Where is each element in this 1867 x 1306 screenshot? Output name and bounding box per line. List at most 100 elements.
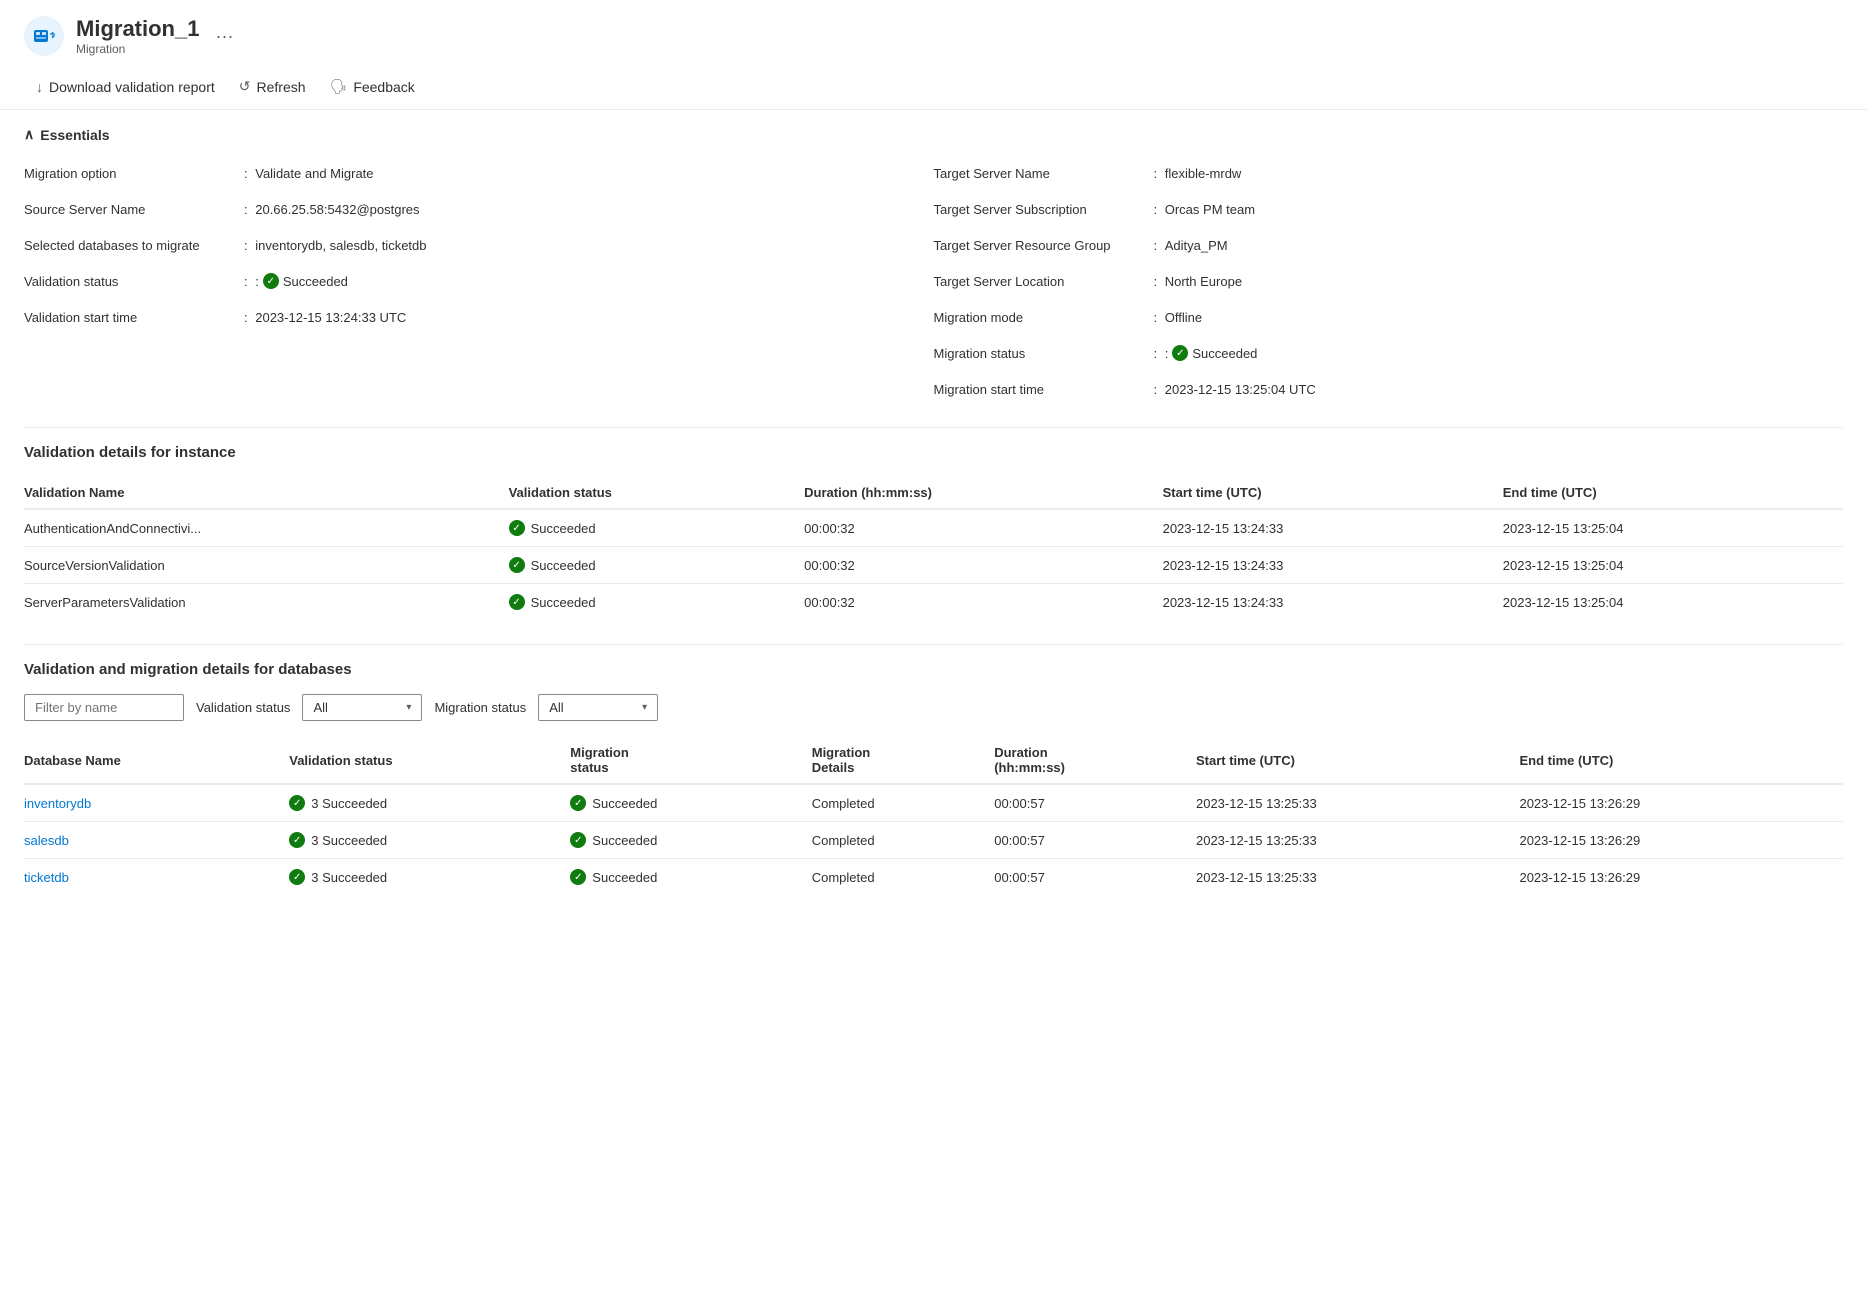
essentials-label-migration-start: Migration start time [934, 382, 1154, 397]
header-title-group: Migration_1 Migration [76, 16, 199, 56]
row-success-icon: ✓ [509, 557, 525, 573]
feedback-button[interactable]: 🗣 Feedback [318, 72, 427, 101]
db-start-cell: 2023-12-15 13:25:33 [1196, 784, 1519, 822]
db-end-cell: 2023-12-15 13:26:29 [1519, 859, 1843, 896]
essentials-value-validation-status: : ✓Succeeded [244, 273, 348, 289]
validation-status-cell: ✓ Succeeded [509, 547, 805, 584]
essentials-label-target-name: Target Server Name [934, 166, 1154, 181]
row-success-icon: ✓ [509, 520, 525, 536]
db-migration-details-cell: Completed [812, 784, 994, 822]
filter-by-name-input[interactable] [24, 694, 184, 721]
essentials-value-migration-status: : ✓Succeeded [1154, 345, 1258, 361]
essentials-value-target-name: flexible-mrdw [1154, 166, 1242, 181]
validation-name-cell: ServerParametersValidation [24, 584, 509, 621]
db-link[interactable]: salesdb [24, 833, 69, 848]
col-header-start-time: Start time (UTC) [1163, 477, 1503, 509]
migration-status-filter-label: Migration status [434, 700, 526, 715]
validation-start-cell: 2023-12-15 13:24:33 [1163, 584, 1503, 621]
essentials-grid: Migration option Validate and Migrate So… [24, 159, 1843, 403]
db-link[interactable]: ticketdb [24, 870, 69, 885]
db-start-cell: 2023-12-15 13:25:33 [1196, 822, 1519, 859]
col-header-db-name: Database Name [24, 737, 289, 784]
refresh-label: Refresh [257, 79, 306, 95]
essentials-label-validation-status: Validation status [24, 274, 244, 289]
db-validation-status-cell: ✓ 3 Succeeded [289, 859, 570, 896]
col-header-db-validation-status: Validation status [289, 737, 570, 784]
validation-status-cell: ✓ Succeeded [509, 509, 805, 547]
db-start-cell: 2023-12-15 13:25:33 [1196, 859, 1519, 896]
col-header-duration: Duration (hh:mm:ss) [804, 477, 1162, 509]
more-options-button[interactable]: ··· [215, 26, 233, 47]
migration-table-row: salesdb ✓ 3 Succeeded ✓ Succeeded Comple… [24, 822, 1843, 859]
db-name-cell[interactable]: inventorydb [24, 784, 289, 822]
row-val-success-icon: ✓ [289, 832, 305, 848]
validation-table-row: ServerParametersValidation ✓ Succeeded 0… [24, 584, 1843, 621]
essentials-value-target-location: North Europe [1154, 274, 1243, 289]
migration-status-filter-select[interactable]: All ▾ [538, 694, 658, 721]
migration-table-row: ticketdb ✓ 3 Succeeded ✓ Succeeded Compl… [24, 859, 1843, 896]
validation-status-filter-value: All [313, 700, 398, 715]
section-divider-2 [24, 644, 1843, 645]
migration-table-row: inventorydb ✓ 3 Succeeded ✓ Succeeded Co… [24, 784, 1843, 822]
migration-status-filter-value: All [549, 700, 634, 715]
col-header-end-time: End time (UTC) [1503, 477, 1843, 509]
download-icon: ↓ [36, 79, 43, 95]
db-name-cell[interactable]: salesdb [24, 822, 289, 859]
essentials-row-migration-status: Migration status : ✓Succeeded [934, 339, 1844, 367]
validation-name-cell: SourceVersionValidation [24, 547, 509, 584]
essentials-row-target-name: Target Server Name flexible-mrdw [934, 159, 1844, 187]
row-val-success-icon: ✓ [289, 795, 305, 811]
db-name-cell[interactable]: ticketdb [24, 859, 289, 896]
essentials-row-target-sub: Target Server Subscription Orcas PM team [934, 195, 1844, 223]
essentials-value-validation-start: 2023-12-15 13:24:33 UTC [244, 310, 406, 325]
migration-success-icon: ✓ [1172, 345, 1188, 361]
validation-duration-cell: 00:00:32 [804, 509, 1162, 547]
validation-table-row: SourceVersionValidation ✓ Succeeded 00:0… [24, 547, 1843, 584]
migration-details-table: Database Name Validation status Migratio… [24, 737, 1843, 895]
validation-success-icon: ✓ [263, 273, 279, 289]
row-mig-success-icon: ✓ [570, 869, 586, 885]
db-migration-status-cell: ✓ Succeeded [570, 784, 811, 822]
row-val-success-icon: ✓ [289, 869, 305, 885]
validation-duration-cell: 00:00:32 [804, 584, 1162, 621]
db-duration-cell: 00:00:57 [994, 859, 1196, 896]
essentials-value-source-server: 20.66.25.58:5432@postgres [244, 202, 420, 217]
migration-status-chevron-icon: ▾ [642, 702, 647, 713]
essentials-row-migration-mode: Migration mode Offline [934, 303, 1844, 331]
section-divider-1 [24, 427, 1843, 428]
validation-status-cell: ✓ Succeeded [509, 584, 805, 621]
row-mig-success-icon: ✓ [570, 832, 586, 848]
essentials-chevron-icon: ∧ [24, 126, 34, 143]
download-report-button[interactable]: ↓ Download validation report [24, 73, 227, 101]
essentials-left-col: Migration option Validate and Migrate So… [24, 159, 934, 403]
col-header-validation-status: Validation status [509, 477, 805, 509]
validation-table-row: AuthenticationAndConnectivi... ✓ Succeed… [24, 509, 1843, 547]
validation-status-filter-select[interactable]: All ▾ [302, 694, 422, 721]
essentials-label-target-sub: Target Server Subscription [934, 202, 1154, 217]
essentials-value-migration-mode: Offline [1154, 310, 1203, 325]
refresh-button[interactable]: ↺ Refresh [227, 72, 318, 101]
essentials-row-source-server: Source Server Name 20.66.25.58:5432@post… [24, 195, 934, 223]
feedback-icon: 🗣 [330, 78, 348, 95]
essentials-row-databases: Selected databases to migrate inventoryd… [24, 231, 934, 259]
validation-status-chevron-icon: ▾ [406, 702, 411, 713]
essentials-label-target-rg: Target Server Resource Group [934, 238, 1154, 253]
essentials-label-migration-mode: Migration mode [934, 310, 1154, 325]
db-link[interactable]: inventorydb [24, 796, 91, 811]
page-header: Migration_1 Migration ··· [0, 0, 1867, 64]
col-header-db-migration-status: Migrationstatus [570, 737, 811, 784]
validation-end-cell: 2023-12-15 13:25:04 [1503, 584, 1843, 621]
migration-details-title: Validation and migration details for dat… [24, 661, 1843, 678]
db-migration-details-cell: Completed [812, 822, 994, 859]
db-migration-details-cell: Completed [812, 859, 994, 896]
validation-name-cell: AuthenticationAndConnectivi... [24, 509, 509, 547]
filter-row: Validation status All ▾ Migration status… [24, 694, 1843, 721]
essentials-value-migration-option: Validate and Migrate [244, 166, 374, 181]
page-title: Migration_1 [76, 16, 199, 42]
toolbar: ↓ Download validation report ↺ Refresh 🗣… [0, 64, 1867, 110]
essentials-label: Essentials [40, 127, 109, 143]
col-header-db-end-time: End time (UTC) [1519, 737, 1843, 784]
db-end-cell: 2023-12-15 13:26:29 [1519, 784, 1843, 822]
migration-icon [24, 16, 64, 56]
essentials-toggle[interactable]: ∧ Essentials [24, 126, 1843, 143]
